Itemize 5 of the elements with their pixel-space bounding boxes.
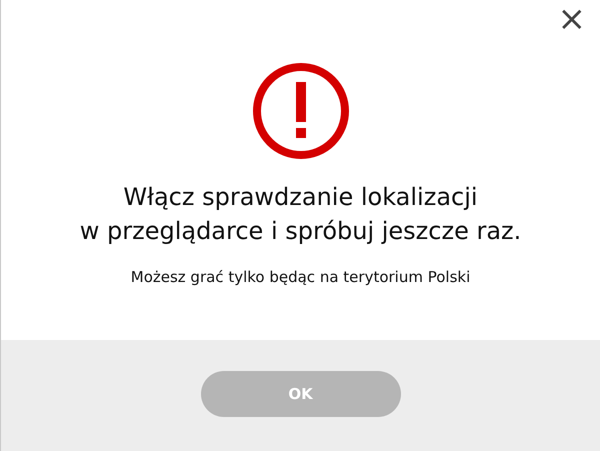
warning-icon: [252, 62, 350, 160]
title-line: w przeglądarce i spróbuj jeszcze raz.: [80, 216, 522, 247]
title-line: Włącz sprawdzanie lokalizacji: [123, 182, 478, 213]
message-text: Możesz grać tylko będąc na terytorium Polski: [130, 267, 470, 288]
close-button[interactable]: ×: [554, 2, 590, 36]
